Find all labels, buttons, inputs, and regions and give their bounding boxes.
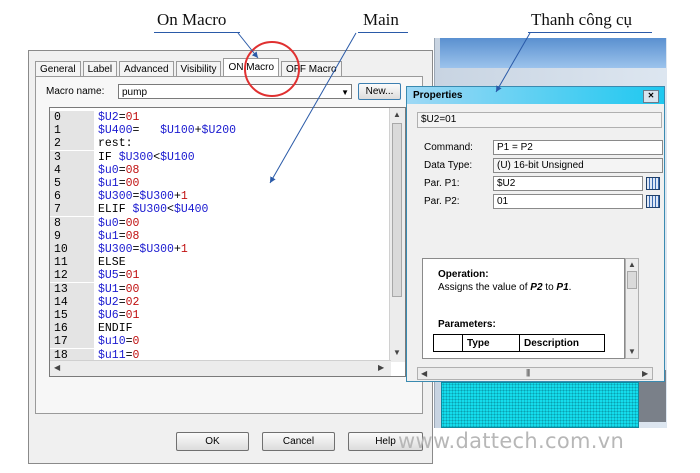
- watermark: www.dattech.com.vn: [398, 429, 625, 453]
- annotation-arrows: [237, 32, 531, 184]
- arrow-to-main: [269, 32, 357, 184]
- arrow-to-toolbar: [495, 32, 531, 93]
- arrow-to-on-macro: [237, 32, 259, 59]
